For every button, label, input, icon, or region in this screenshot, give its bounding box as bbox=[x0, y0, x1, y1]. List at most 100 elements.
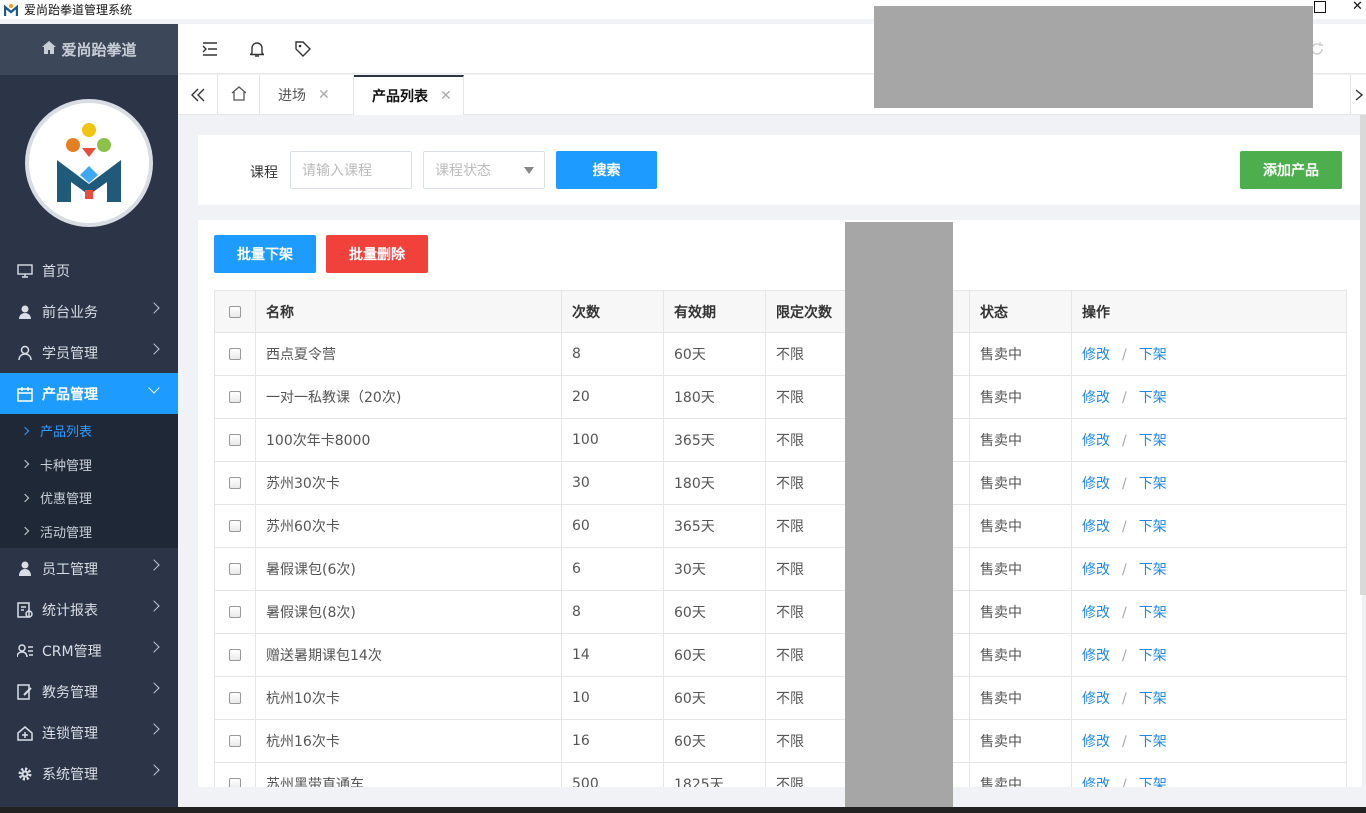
column-header-actions: 操作 bbox=[1071, 290, 1347, 333]
close-tab-icon[interactable]: ✕ bbox=[318, 87, 330, 103]
edit-link[interactable]: 修改 bbox=[1082, 734, 1110, 750]
cell-count: 8 bbox=[561, 332, 664, 376]
row-checkbox[interactable] bbox=[229, 391, 241, 403]
search-panel: 课程 请输入课程 课程状态 搜索 添加产品 bbox=[198, 135, 1362, 205]
edit-link[interactable]: 修改 bbox=[1082, 390, 1110, 406]
sidebar-item-staff[interactable]: 员工管理 bbox=[0, 548, 178, 589]
tabs-scroll-left-button[interactable] bbox=[178, 75, 218, 115]
edit-link[interactable]: 修改 bbox=[1082, 777, 1110, 787]
search-button[interactable]: 搜索 bbox=[556, 151, 657, 189]
cell-status: 售卖中 bbox=[969, 590, 1072, 634]
submenu-item-card-types[interactable]: 卡种管理 bbox=[0, 448, 178, 482]
tab-home[interactable] bbox=[218, 75, 260, 115]
edit-link[interactable]: 修改 bbox=[1082, 691, 1110, 707]
tabs-scroll-right-button[interactable] bbox=[1350, 75, 1366, 115]
cell-count: 100 bbox=[561, 418, 664, 462]
cell-count: 16 bbox=[561, 719, 664, 763]
vertical-scrollbar[interactable] bbox=[1360, 115, 1366, 595]
cell-count: 6 bbox=[561, 547, 664, 591]
sidebar-item-home[interactable]: 首页 bbox=[0, 250, 178, 291]
batch-unlist-button[interactable]: 批量下架 bbox=[214, 235, 316, 273]
chain-home-icon bbox=[16, 724, 34, 742]
submenu-item-product-list[interactable]: 产品列表 bbox=[0, 414, 178, 448]
row-checkbox[interactable] bbox=[229, 348, 241, 360]
row-checkbox[interactable] bbox=[229, 606, 241, 618]
sidebar-item-chain[interactable]: 连锁管理 bbox=[0, 712, 178, 753]
sidebar-item-crm[interactable]: CRM管理 bbox=[0, 630, 178, 671]
course-status-select[interactable]: 课程状态 bbox=[423, 151, 545, 189]
row-select-cell bbox=[214, 375, 256, 419]
row-checkbox[interactable] bbox=[229, 477, 241, 489]
row-checkbox[interactable] bbox=[229, 649, 241, 661]
cell-name: 暑假课包(6次) bbox=[255, 547, 562, 591]
submenu-item-discounts[interactable]: 优惠管理 bbox=[0, 481, 178, 515]
submenu-item-activities[interactable]: 活动管理 bbox=[0, 515, 178, 549]
chevron-right-icon bbox=[148, 343, 160, 355]
row-select-cell bbox=[214, 332, 256, 376]
cell-name: 一对一私教课（20次) bbox=[255, 375, 562, 419]
cell-count: 8 bbox=[561, 590, 664, 634]
unlist-link[interactable]: 下架 bbox=[1139, 777, 1167, 787]
add-product-button[interactable]: 添加产品 bbox=[1240, 151, 1342, 189]
course-search-input[interactable]: 请输入课程 bbox=[290, 151, 412, 189]
tab-entry[interactable]: 进场 ✕ bbox=[260, 75, 354, 115]
edit-link[interactable]: 修改 bbox=[1082, 476, 1110, 492]
cell-status: 售卖中 bbox=[969, 719, 1072, 763]
edit-link[interactable]: 修改 bbox=[1082, 433, 1110, 449]
maximize-button[interactable] bbox=[1314, 1, 1326, 13]
action-separator: / bbox=[1122, 390, 1127, 406]
menu-fold-icon[interactable] bbox=[201, 40, 219, 58]
unlist-link[interactable]: 下架 bbox=[1139, 648, 1167, 664]
row-checkbox[interactable] bbox=[229, 434, 241, 446]
unlist-link[interactable]: 下架 bbox=[1139, 605, 1167, 621]
edit-link[interactable]: 修改 bbox=[1082, 347, 1110, 363]
sidebar-item-products[interactable]: 产品管理 bbox=[0, 373, 178, 414]
edit-link[interactable]: 修改 bbox=[1082, 605, 1110, 621]
chevron-down-icon bbox=[148, 382, 160, 394]
close-tab-icon[interactable]: ✕ bbox=[440, 88, 452, 104]
unlist-link[interactable]: 下架 bbox=[1139, 476, 1167, 492]
unlist-link[interactable]: 下架 bbox=[1139, 433, 1167, 449]
batch-delete-button[interactable]: 批量删除 bbox=[326, 235, 428, 273]
cell-status: 售卖中 bbox=[969, 375, 1072, 419]
chevron-right-icon bbox=[148, 559, 160, 571]
chevron-right-icon bbox=[148, 302, 160, 314]
chevron-right-icon bbox=[148, 723, 160, 735]
sidebar-item-system[interactable]: 系统管理 bbox=[0, 753, 178, 794]
sidebar-brand[interactable]: 爱尚跆拳道 bbox=[0, 24, 178, 75]
row-checkbox[interactable] bbox=[229, 520, 241, 532]
row-checkbox[interactable] bbox=[229, 563, 241, 575]
edit-link[interactable]: 修改 bbox=[1082, 562, 1110, 578]
sidebar-item-students[interactable]: 学员管理 bbox=[0, 332, 178, 373]
unlist-link[interactable]: 下架 bbox=[1139, 734, 1167, 750]
edit-link[interactable]: 修改 bbox=[1082, 648, 1110, 664]
row-checkbox[interactable] bbox=[229, 692, 241, 704]
select-all-checkbox[interactable] bbox=[229, 305, 241, 318]
tag-icon[interactable] bbox=[294, 40, 312, 58]
product-table: 名称 次数 有效期 限定次数 状态 操作 西点夏令营 8 60天 不限 售卖中 修改 / 下架… bbox=[214, 290, 1347, 787]
tab-label: 产品列表 bbox=[372, 89, 428, 105]
cell-status: 售卖中 bbox=[969, 547, 1072, 591]
cell-status: 售卖中 bbox=[969, 633, 1072, 677]
unlist-link[interactable]: 下架 bbox=[1139, 390, 1167, 406]
row-checkbox[interactable] bbox=[229, 778, 241, 787]
row-checkbox[interactable] bbox=[229, 735, 241, 747]
unlist-link[interactable]: 下架 bbox=[1139, 691, 1167, 707]
sidebar-item-front-desk[interactable]: 前台业务 bbox=[0, 291, 178, 332]
unlist-link[interactable]: 下架 bbox=[1139, 347, 1167, 363]
bell-icon[interactable] bbox=[248, 40, 266, 58]
table-row: 暑假课包(8次) 8 60天 不限 售卖中 修改 / 下架 bbox=[214, 590, 1347, 634]
edit-doc-icon bbox=[16, 683, 34, 701]
close-window-button[interactable]: ✕ bbox=[1352, 0, 1364, 13]
unlist-link[interactable]: 下架 bbox=[1139, 519, 1167, 535]
cell-actions: 修改 / 下架 bbox=[1071, 461, 1347, 505]
sidebar-item-academic[interactable]: 教务管理 bbox=[0, 671, 178, 712]
sidebar-item-label: 前台业务 bbox=[42, 304, 98, 321]
edit-link[interactable]: 修改 bbox=[1082, 519, 1110, 535]
row-select-cell bbox=[214, 547, 256, 591]
unlist-link[interactable]: 下架 bbox=[1139, 562, 1167, 578]
tab-product-list[interactable]: 产品列表 ✕ bbox=[354, 75, 464, 115]
cell-status: 售卖中 bbox=[969, 762, 1072, 787]
sidebar-item-reports[interactable]: 统计报表 bbox=[0, 589, 178, 630]
sidebar-item-label: 统计报表 bbox=[42, 602, 98, 619]
